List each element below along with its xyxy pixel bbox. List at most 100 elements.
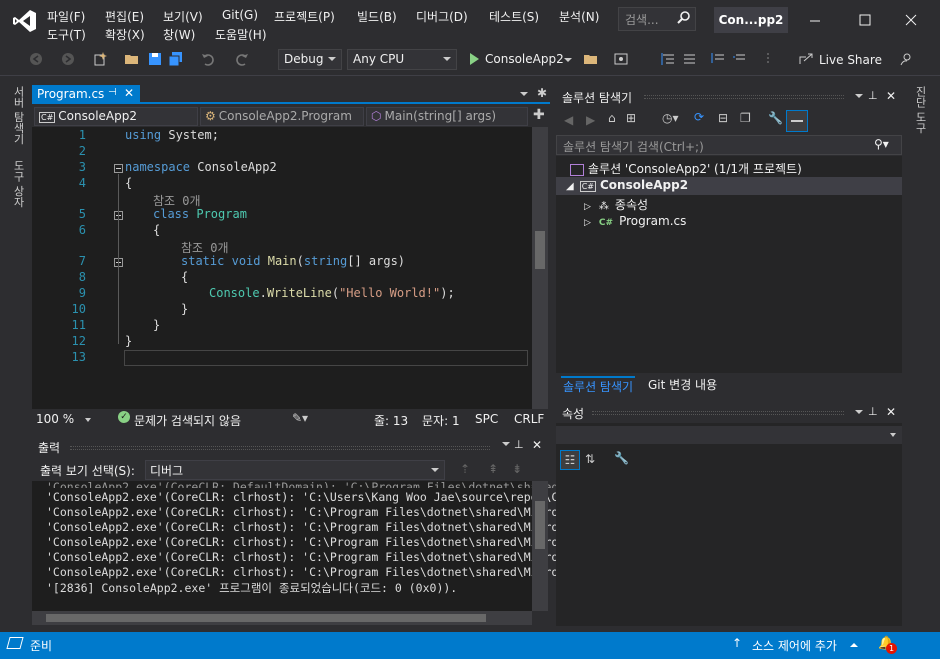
code-editor[interactable] — [32, 127, 532, 409]
properties-wrench-icon[interactable]: 🔧 — [768, 111, 783, 125]
pin-icon[interactable]: ⊥ — [868, 405, 878, 418]
column-indicator[interactable]: 문자: 1 — [422, 412, 460, 429]
uncomment-icon[interactable] — [731, 51, 747, 67]
tab-program-cs[interactable]: Program.cs ⊣ ✕ — [32, 85, 140, 104]
open-folder-icon[interactable] — [124, 51, 140, 67]
menu-git[interactable]: Git(G) — [222, 8, 258, 22]
tree-item-program-cs[interactable]: ▷ C# Program.cs — [584, 214, 686, 228]
menu-build[interactable]: 빌드(B) — [357, 8, 397, 25]
save-icon[interactable] — [147, 51, 163, 67]
add-to-source-control-button[interactable]: 소스 제어에 추가 — [752, 637, 837, 654]
output-vertical-scrollbar[interactable] — [532, 481, 548, 611]
gear-icon[interactable]: ✱ — [537, 86, 547, 100]
diagnostic-tools-tab[interactable]: 진단 도구 — [912, 86, 928, 134]
minimize-icon[interactable] — [800, 8, 830, 32]
back-icon[interactable] — [28, 51, 44, 67]
start-debugging-icon[interactable] — [466, 51, 482, 67]
configuration-select[interactable]: Debug — [278, 49, 342, 70]
menu-tools[interactable]: 도구(T) — [47, 26, 86, 43]
output-source-select[interactable]: 디버그 — [145, 460, 445, 480]
chevron-down-icon[interactable] — [855, 410, 863, 414]
close-icon[interactable]: ✕ — [886, 89, 896, 103]
tab-list-dropdown-icon[interactable] — [520, 92, 528, 96]
split-editor-icon[interactable]: ✚ — [533, 107, 545, 123]
tab-solution-explorer[interactable]: 솔루션 탐색기 — [561, 376, 636, 395]
find-message-icon[interactable]: ⇡ — [460, 462, 470, 476]
panel-grip[interactable] — [644, 95, 844, 99]
sync-icon[interactable]: ⟳ — [694, 110, 704, 124]
chevron-down-icon[interactable] — [564, 58, 572, 62]
editor-vertical-scrollbar[interactable] — [532, 127, 548, 409]
categorized-view-icon[interactable]: ☷ — [560, 450, 580, 470]
collapsed-icon[interactable]: ▷ — [584, 202, 591, 212]
pin-icon[interactable]: ⊥ — [868, 89, 878, 102]
solution-search-input[interactable]: 솔루션 탐색기 검색(Ctrl+;) — [556, 135, 902, 155]
properties-object-select[interactable] — [556, 426, 902, 444]
undo-icon[interactable] — [200, 51, 216, 67]
run-target-label[interactable]: ConsoleApp2 — [485, 52, 564, 66]
alphabetical-sort-icon[interactable]: ⇅ — [585, 452, 595, 466]
collapsed-icon[interactable]: ▷ — [584, 218, 591, 228]
line-ending-indicator[interactable]: CRLF — [514, 412, 544, 426]
tree-item-dependencies[interactable]: ▷ ⁂ 종속성 — [584, 196, 648, 213]
menu-file[interactable]: 파일(F) — [47, 8, 85, 25]
scrollbar-thumb[interactable] — [535, 501, 545, 549]
project-nav-select[interactable]: C# ConsoleApp2 — [34, 107, 198, 126]
redo-icon[interactable] — [234, 51, 250, 67]
close-icon[interactable]: ✕ — [532, 438, 542, 452]
menu-test[interactable]: 테스트(S) — [489, 8, 539, 25]
tab-git-changes[interactable]: Git 변경 내용 — [648, 376, 717, 393]
pending-changes-filter-icon[interactable]: ◷▾ — [662, 111, 679, 125]
live-share-icon[interactable] — [798, 51, 814, 67]
forward-icon[interactable]: ▶ — [586, 113, 595, 127]
next-message-icon[interactable]: ⇟ — [512, 462, 522, 476]
browser-link-icon[interactable] — [613, 51, 629, 67]
menu-view[interactable]: 보기(V) — [163, 8, 203, 25]
new-project-icon[interactable] — [92, 51, 108, 67]
forward-icon[interactable] — [60, 51, 76, 67]
server-explorer-tab[interactable]: 서버 탐색기 — [10, 86, 26, 145]
preview-selected-button[interactable] — [786, 110, 808, 132]
output-horizontal-scrollbar[interactable] — [32, 611, 532, 625]
maximize-icon[interactable] — [850, 8, 880, 32]
format-selection-icon[interactable] — [660, 51, 676, 67]
chevron-up-icon[interactable] — [850, 643, 858, 647]
zoom-level[interactable]: 100 % — [36, 412, 74, 426]
previous-message-icon[interactable]: ⇞ — [488, 462, 498, 476]
comment-icon[interactable] — [710, 51, 726, 67]
search-icon[interactable]: ⚲▾ — [874, 137, 889, 151]
menu-debug[interactable]: 디버그(D) — [416, 8, 468, 25]
back-icon[interactable]: ◀ — [564, 113, 573, 127]
visual-studio-logo-icon[interactable] — [12, 8, 38, 34]
toolbox-tab[interactable]: 도구 상자 — [10, 160, 26, 208]
save-all-icon[interactable] — [168, 51, 184, 67]
panel-grip[interactable] — [592, 411, 844, 415]
format-document-icon[interactable] — [681, 51, 697, 67]
member-nav-select[interactable]: ⬡ Main(string[] args) — [366, 107, 528, 126]
platform-select[interactable]: Any CPU — [347, 49, 457, 70]
collapse-namespace-icon[interactable] — [114, 164, 123, 173]
search-icon[interactable] — [676, 10, 692, 26]
scrollbar-thumb[interactable] — [46, 614, 486, 622]
code-cleanup-icon[interactable]: ✎▾ — [292, 411, 308, 425]
chevron-down-icon[interactable] — [502, 442, 510, 446]
switch-views-icon[interactable]: ⊞ — [626, 111, 636, 125]
show-all-files-icon[interactable]: ❐ — [740, 111, 751, 125]
scrollbar-thumb[interactable] — [535, 231, 545, 269]
close-icon[interactable]: ✕ — [886, 405, 896, 419]
pin-icon[interactable]: ⊥ — [514, 438, 524, 451]
property-pages-icon[interactable]: 🔧 — [614, 451, 629, 465]
close-icon[interactable] — [896, 8, 926, 32]
expanded-icon[interactable]: ◢ — [566, 181, 574, 192]
panel-grip[interactable] — [70, 446, 490, 450]
line-indicator[interactable]: 줄: 13 — [374, 412, 408, 429]
close-tab-icon[interactable]: ✕ — [124, 86, 134, 100]
issues-status[interactable]: 문제가 검색되지 않음 — [134, 412, 241, 429]
menu-extensions[interactable]: 확장(X) — [105, 26, 145, 43]
toolbar-overflow-icon[interactable] — [760, 51, 776, 67]
class-nav-select[interactable]: ⚙ ConsoleApp2.Program — [200, 107, 364, 126]
chevron-down-icon[interactable] — [855, 94, 863, 98]
chevron-down-icon[interactable] — [85, 418, 91, 422]
whitespace-indicator[interactable]: SPC — [475, 412, 498, 426]
tree-item-solution[interactable]: 솔루션 'ConsoleApp2' (1/1개 프로젝트) — [570, 160, 802, 177]
